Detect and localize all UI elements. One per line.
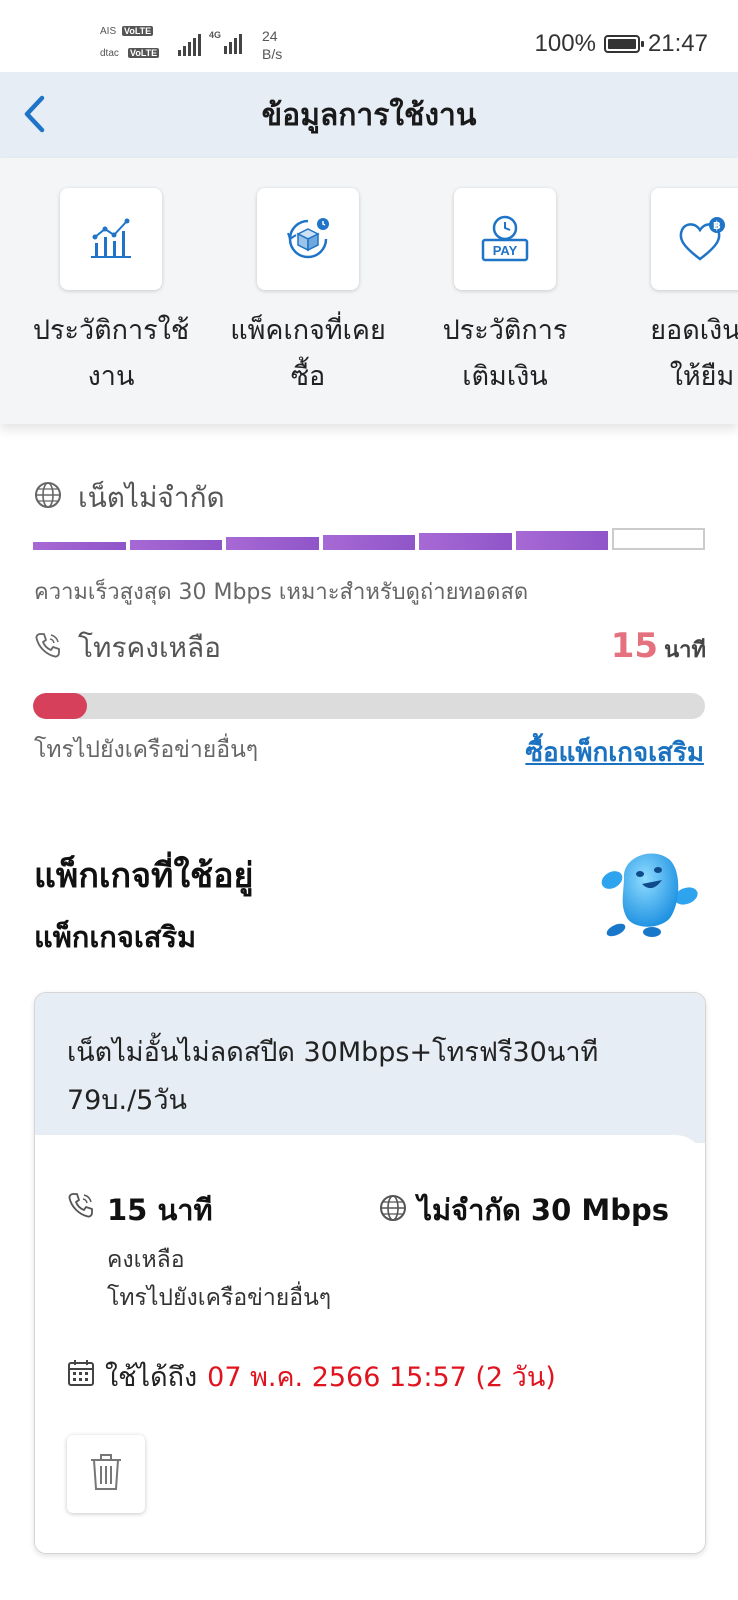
quick-item-usage-history[interactable]: ประวัติการใช้ งาน xyxy=(16,188,206,400)
battery-percent: 100% xyxy=(534,30,596,57)
package-expiry: ใช้ได้ถึง 07 พ.ค. 2566 15:57 (2 วัน) xyxy=(67,1355,556,1398)
carrier-1: AIS xyxy=(100,26,117,37)
internet-label: เน็ตไม่จำกัด xyxy=(78,481,225,514)
quick-menu: ประวัติการใช้งาน แพ็คเกจที่เคยซื้อ PAY xyxy=(0,158,738,424)
net-speed-value: 24 xyxy=(262,28,278,44)
quick-item-purchased-packages[interactable]: แพ็คเกจที่เคย ซื้อ xyxy=(213,188,403,400)
app-header: ข้อมูลการใช้งาน xyxy=(0,72,738,159)
quick-item-label: ประวัติการ เติมเงิน xyxy=(442,315,568,392)
trash-icon xyxy=(89,1452,123,1496)
package-name: เน็ตไม่อั้นไม่ลดสปีด 30Mbps+โทรฟรี30นาที… xyxy=(67,1037,599,1116)
package-card: เน็ตไม่อั้นไม่ลดสปีด 30Mbps+โทรฟรี30นาที… xyxy=(34,992,706,1554)
carrier-2: dtac xyxy=(100,48,119,59)
buy-addon-link[interactable]: ซื้อแพ็กเกจเสริม xyxy=(525,732,704,773)
svg-text:PAY: PAY xyxy=(493,243,518,258)
delete-package-button[interactable] xyxy=(67,1435,145,1513)
call-usage-row: โทรคงเหลือ xyxy=(34,626,221,670)
internet-segment xyxy=(33,542,126,550)
package-data-stat: ไม่จำกัด 30 Mbps xyxy=(379,1187,669,1233)
package-call-stat: 15 นาที คงเหลือ โทรไปยังเครือข่ายอื่นๆ xyxy=(67,1187,331,1317)
internet-segment xyxy=(515,530,609,550)
battery-icon xyxy=(603,35,644,53)
active-packages-heading: แพ็กเกจที่ใช้อยู่ xyxy=(34,856,254,896)
chart-icon xyxy=(60,188,162,290)
calendar-icon xyxy=(67,1359,95,1394)
phone-icon xyxy=(34,631,62,666)
globe-icon xyxy=(379,1194,407,1226)
status-right: 100% 21:47 xyxy=(535,30,708,58)
internet-segment xyxy=(322,535,416,550)
volte-badge-2: VoLTE xyxy=(128,48,160,58)
call-remaining: 15 นาที xyxy=(611,626,706,667)
globe-icon xyxy=(34,481,62,516)
call-label: โทรคงเหลือ xyxy=(78,631,221,664)
network-type: 4G xyxy=(209,30,222,40)
quick-item-label: ยอดเงินใให้ยืม xyxy=(650,315,738,392)
box-history-icon xyxy=(257,188,359,290)
mascot-image xyxy=(594,846,704,942)
internet-usage-row: เน็ตไม่จำกัด xyxy=(34,476,225,520)
quick-item-topup-history[interactable]: PAY ประวัติการ เติมเงิน xyxy=(410,188,600,400)
package-data-value: ไม่จำกัด 30 Mbps xyxy=(417,1193,669,1227)
quick-item-label: แพ็คเกจที่เคย ซื้อ xyxy=(230,315,386,392)
quick-item-loan-balance[interactable]: ฿ ยอดเงินใให้ยืม xyxy=(607,188,738,400)
signal-icon-2 xyxy=(224,34,242,54)
svg-text:฿: ฿ xyxy=(713,219,721,232)
package-card-body: 15 นาที คงเหลือ โทรไปยังเครือข่ายอื่นๆ ไ… xyxy=(35,1135,705,1553)
pay-clock-icon: PAY xyxy=(454,188,556,290)
call-remaining-unit: นาที xyxy=(664,638,706,663)
package-call-remaining-label: คงเหลือ xyxy=(107,1247,185,1273)
call-progress-bar xyxy=(33,693,705,719)
call-remaining-value: 15 xyxy=(610,626,659,666)
call-progress-fill xyxy=(33,693,87,719)
signal-icon xyxy=(178,34,201,56)
internet-segment xyxy=(226,537,319,550)
heart-baht-icon: ฿ xyxy=(651,188,738,290)
package-call-value: 15 นาที xyxy=(107,1193,213,1227)
status-bar: AIS VoLTE dtac VoLTE 4G 24 B/s 100% 21:4… xyxy=(0,0,738,72)
quick-item-label: ประวัติการใช้ งาน xyxy=(32,315,190,392)
volte-badge-1: VoLTE xyxy=(122,26,154,36)
internet-segment xyxy=(129,539,223,550)
package-call-network-label: โทรไปยังเครือข่ายอื่นๆ xyxy=(107,1285,332,1311)
expiry-date: 07 พ.ค. 2566 15:57 (2 วัน) xyxy=(207,1362,556,1393)
internet-note: ความเร็วสูงสุด 30 Mbps เหมาะสำหรับดูถ่าย… xyxy=(34,580,529,605)
internet-segment-empty xyxy=(612,528,705,550)
expiry-label: ใช้ได้ถึง xyxy=(105,1362,198,1393)
internet-segment xyxy=(419,532,512,550)
net-speed-unit: B/s xyxy=(262,46,283,62)
page-title: ข้อมูลการใช้งาน xyxy=(261,98,477,133)
call-note: โทรไปยังเครือข่ายอื่นๆ xyxy=(34,737,259,763)
clock: 21:47 xyxy=(647,30,708,57)
addon-packages-heading: แพ็กเกจเสริม xyxy=(34,920,197,954)
internet-segment-bar xyxy=(33,526,705,550)
phone-icon xyxy=(67,1191,95,1317)
package-card-header: เน็ตไม่อั้นไม่ลดสปีด 30Mbps+โทรฟรี30นาที… xyxy=(35,993,705,1143)
